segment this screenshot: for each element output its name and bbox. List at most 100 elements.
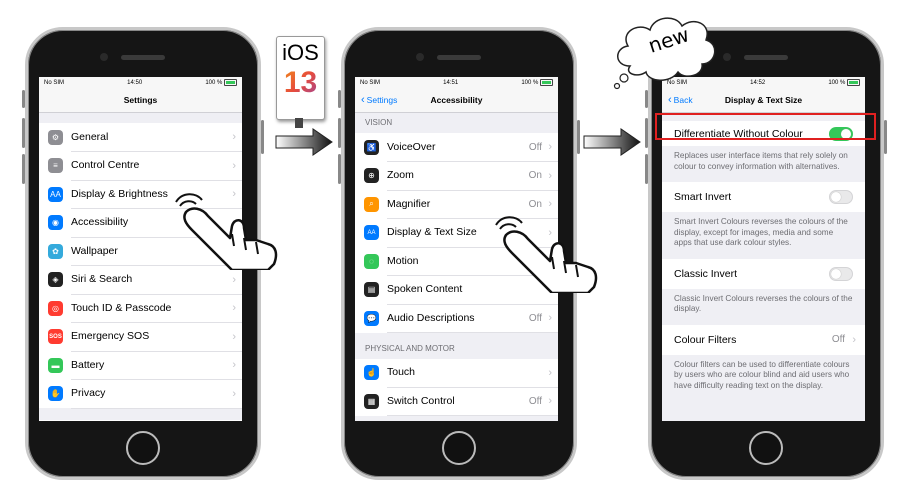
chevron-right-icon: › bbox=[232, 273, 236, 286]
setting-value: Off bbox=[831, 334, 845, 345]
nav-bar: ‹ Back Display & Text Size bbox=[662, 88, 865, 113]
back-button[interactable]: ‹ Settings bbox=[361, 94, 397, 106]
page-title: Display & Text Size bbox=[724, 95, 803, 105]
section-header-vision: VISION bbox=[365, 118, 393, 127]
hand-icon: ✋ bbox=[48, 386, 63, 402]
tap-hand-icon bbox=[175, 193, 278, 270]
ios-13-badge: iOS 13 bbox=[276, 36, 325, 120]
item-label: Privacy bbox=[71, 379, 242, 409]
classic-invert-toggle[interactable] bbox=[829, 266, 853, 281]
home-button[interactable] bbox=[126, 431, 160, 465]
settings-item-privacy[interactable]: ✋ Privacy › bbox=[39, 380, 242, 409]
battery-percent: 100 % bbox=[205, 80, 223, 87]
section-header-physical-motor: PHYSICAL AND MOTOR bbox=[365, 343, 455, 353]
chevron-right-icon: › bbox=[548, 312, 552, 325]
accessibility-item-switch-control[interactable]: ▦ Switch Control Off › bbox=[355, 387, 558, 416]
arrow-right-icon bbox=[583, 128, 641, 156]
chevron-right-icon: › bbox=[232, 302, 236, 315]
chevron-right-icon: › bbox=[548, 141, 552, 154]
setting-description: Replaces user interface items that rely … bbox=[674, 151, 848, 171]
item-value: On bbox=[528, 170, 542, 182]
chevron-left-icon: ‹ bbox=[361, 94, 365, 106]
item-value: Off bbox=[528, 141, 542, 153]
battery-icon bbox=[224, 78, 237, 86]
item-value: Off bbox=[528, 312, 542, 324]
back-label: Settings bbox=[366, 95, 398, 105]
camera bbox=[723, 53, 731, 61]
magnifier-icon: ⌕ bbox=[364, 196, 379, 212]
chevron-right-icon: › bbox=[548, 198, 552, 211]
motion-icon: ◌ bbox=[364, 253, 379, 269]
display-icon: AA bbox=[48, 186, 63, 202]
home-button[interactable] bbox=[749, 431, 783, 465]
accessibility-item-audio-descriptions[interactable]: 💬 Audio Descriptions Off › bbox=[355, 304, 558, 333]
chevron-right-icon: › bbox=[548, 169, 552, 182]
speaker bbox=[437, 55, 481, 60]
phone-display-text-size: No SIM 14:52 100 % ‹ Back Display & Text … bbox=[645, 27, 887, 480]
item-label: Control Centre bbox=[71, 151, 242, 181]
smart-invert-toggle[interactable] bbox=[829, 190, 853, 204]
clock: 14:51 bbox=[443, 79, 459, 86]
tap-hand-icon bbox=[495, 216, 598, 293]
settings-item-battery[interactable]: ▬ Battery › bbox=[39, 351, 242, 380]
colour-filters-row[interactable]: Colour Filters Off › bbox=[662, 324, 865, 355]
clock: 14:52 bbox=[750, 79, 766, 86]
item-label: Battery bbox=[71, 351, 242, 380]
settings-item-general[interactable]: ⚙ General › bbox=[39, 123, 242, 152]
settings-item-emergency-sos[interactable]: SOS Emergency SOS › bbox=[39, 323, 242, 352]
item-label: Touch bbox=[387, 358, 558, 388]
back-button[interactable]: ‹ Back bbox=[668, 94, 693, 106]
classic-invert-row: Classic Invert bbox=[662, 258, 865, 289]
switches-icon: ≡ bbox=[48, 158, 63, 174]
accessibility-item-touch[interactable]: ☝ Touch › bbox=[355, 359, 558, 388]
setting-description: Colour filters can be used to differenti… bbox=[674, 359, 850, 390]
camera bbox=[416, 53, 424, 61]
fingerprint-icon: ◎ bbox=[48, 300, 63, 316]
setting-label: Classic Invert bbox=[674, 267, 738, 280]
accessibility-item-zoom[interactable]: ⊕ Zoom On › bbox=[355, 162, 558, 191]
chevron-right-icon: › bbox=[232, 387, 236, 400]
status-bar: No SIM 14:51 100 % bbox=[355, 77, 558, 88]
carrier: No SIM bbox=[44, 79, 65, 86]
battery-icon: ▬ bbox=[48, 357, 63, 373]
back-label: Back bbox=[673, 95, 693, 105]
battery-percent: 100 % bbox=[828, 80, 846, 87]
setting-description: Classic Invert Colours reverses the colo… bbox=[674, 293, 853, 314]
camera bbox=[100, 53, 108, 61]
zoom-icon: ⊕ bbox=[364, 168, 379, 184]
badge-line2: 13 bbox=[277, 66, 324, 100]
audio-description-icon: 💬 bbox=[364, 310, 379, 326]
sos-icon: SOS bbox=[48, 329, 63, 345]
page-title: Accessibility bbox=[430, 95, 483, 105]
siri-icon: ◈ bbox=[48, 272, 63, 288]
nav-bar: Settings bbox=[39, 88, 242, 113]
highlight-box bbox=[655, 113, 876, 140]
setting-label: Smart Invert bbox=[674, 191, 732, 203]
next-group bbox=[39, 420, 242, 421]
text-size-icon: AA bbox=[364, 225, 379, 241]
chevron-right-icon: › bbox=[548, 395, 552, 408]
speech-bubble-icon: ▤ bbox=[364, 282, 379, 298]
nav-bar: ‹ Settings Accessibility bbox=[355, 88, 558, 113]
smart-invert-row: Smart Invert bbox=[662, 182, 865, 212]
settings-item-control-centre[interactable]: ≡ Control Centre › bbox=[39, 152, 242, 181]
clock: 14:50 bbox=[127, 79, 143, 86]
home-button[interactable] bbox=[442, 431, 476, 465]
gear-icon: ⚙ bbox=[48, 129, 63, 145]
item-label: Emergency SOS bbox=[71, 322, 242, 352]
badge-line1: iOS bbox=[282, 40, 319, 65]
chevron-right-icon: › bbox=[548, 366, 552, 379]
item-label: Touch ID & Passcode bbox=[71, 294, 242, 323]
accessibility-item-voiceover[interactable]: ♿ VoiceOver Off › bbox=[355, 133, 558, 162]
status-bar: No SIM 14:50 100 % bbox=[39, 77, 242, 88]
page-title: Settings bbox=[123, 95, 158, 105]
accessibility-icon: ◉ bbox=[48, 215, 63, 231]
chevron-right-icon: › bbox=[232, 359, 236, 372]
badge-stand bbox=[295, 118, 303, 128]
motor-list: ☝ Touch › ▦ Switch Control Off › bbox=[355, 358, 558, 416]
battery-percent: 100 % bbox=[521, 80, 539, 87]
item-value: On bbox=[528, 198, 542, 210]
speaker bbox=[121, 55, 165, 60]
settings-item-touch-id[interactable]: ◎ Touch ID & Passcode › bbox=[39, 294, 242, 323]
speaker bbox=[744, 55, 788, 60]
